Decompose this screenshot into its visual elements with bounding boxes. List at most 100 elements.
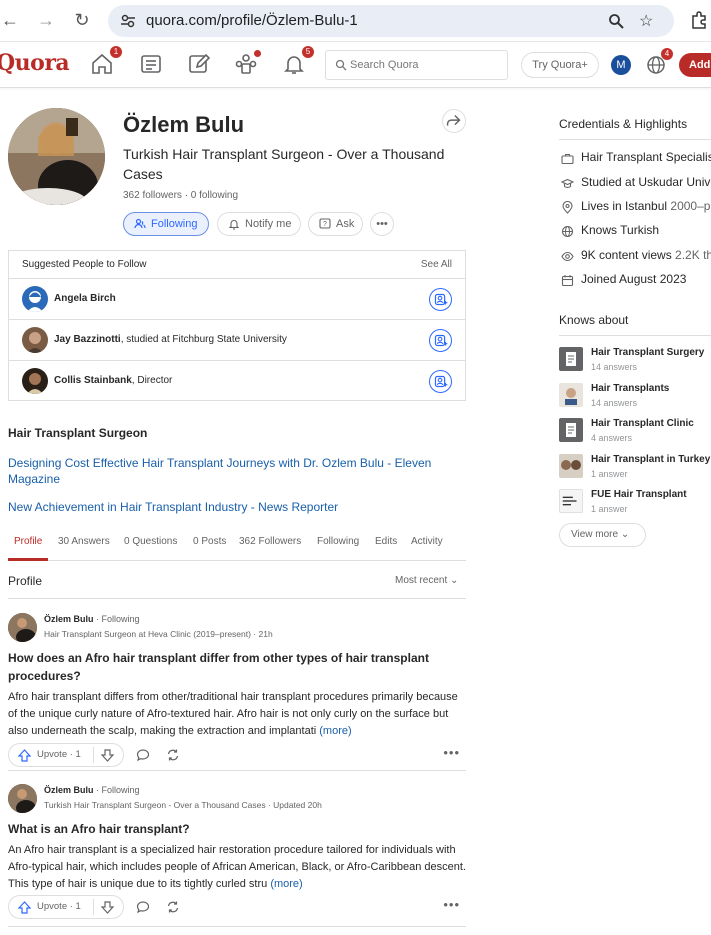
answer-author[interactable]: Özlem Bulu · Following	[44, 785, 140, 795]
topic-image	[559, 454, 583, 478]
topic-name[interactable]: FUE Hair Transplant	[591, 489, 687, 500]
featured-link[interactable]: Designing Cost Effective Hair Transplant…	[8, 455, 448, 487]
user-avatar[interactable]: M	[611, 55, 631, 75]
try-quora-plus-button[interactable]: Try Quora+	[521, 52, 599, 78]
share-icon[interactable]	[442, 109, 466, 133]
site-settings-icon[interactable]	[120, 13, 136, 29]
more-options-icon[interactable]: •••	[370, 212, 394, 236]
notify-me-button[interactable]: Notify me	[217, 212, 301, 236]
tab-followers[interactable]: 362 Followers	[239, 536, 301, 547]
tab-following[interactable]: Following	[317, 536, 359, 547]
follow-person-icon[interactable]	[429, 370, 452, 393]
divider	[559, 139, 711, 140]
more-link[interactable]: (more)	[270, 878, 302, 890]
more-options-icon[interactable]: •••	[443, 897, 460, 912]
extensions-icon[interactable]	[690, 11, 708, 29]
answer-card: Özlem Bulu · Following Hair Transplant S…	[8, 613, 466, 768]
featured-link[interactable]: New Achievement in Hair Transplant Indus…	[8, 500, 338, 514]
sort-dropdown[interactable]: Most recent ⌄	[395, 575, 458, 586]
answer-actions: Upvote · 1 •••	[8, 743, 466, 767]
comment-icon[interactable]	[136, 900, 150, 914]
share-reload-icon[interactable]	[166, 900, 180, 914]
spaces-icon[interactable]	[234, 50, 261, 78]
ask-button[interactable]: ? Ask	[308, 212, 363, 236]
notifications-bell-icon[interactable]: 5	[282, 46, 314, 78]
suggested-title: Suggested People to Follow	[22, 259, 147, 270]
topic-document-icon	[559, 418, 583, 442]
downvote-arrow-icon[interactable]	[101, 901, 114, 914]
url-text[interactable]: quora.com/profile/Özlem-Bulu-1	[146, 12, 358, 29]
forward-icon[interactable]: →	[36, 10, 56, 30]
credential-text: Joined August 2023	[581, 272, 687, 286]
divider	[93, 899, 94, 915]
follow-person-icon[interactable]	[429, 288, 452, 311]
ask-label: Ask	[336, 218, 355, 230]
topic-name[interactable]: Hair Transplant Clinic	[591, 418, 694, 429]
answer-body[interactable]: An Afro hair transplant is a specialized…	[8, 842, 466, 893]
question-title[interactable]: How does an Afro hair transplant differ …	[8, 649, 466, 685]
active-tab-indicator	[8, 558, 48, 561]
zoom-icon[interactable]	[608, 13, 624, 29]
more-link[interactable]: (more)	[319, 725, 351, 737]
answer-card: Özlem Bulu · Following Turkish Hair Tran…	[8, 784, 466, 924]
question-mark-icon: ?	[319, 218, 331, 229]
browser-toolbar: ← → ↻ quora.com/profile/Özlem-Bulu-1 ☆	[0, 0, 711, 42]
suggested-person-name[interactable]: Angela Birch	[54, 293, 116, 304]
tab-posts[interactable]: 0 Posts	[193, 536, 226, 547]
bookmark-star-icon[interactable]: ☆	[639, 11, 653, 31]
language-globe-icon[interactable]: 4	[645, 48, 673, 76]
add-question-button[interactable]: Add	[679, 53, 711, 77]
topic-name[interactable]: Hair Transplant Surgery	[591, 347, 704, 358]
search-input[interactable]: Search Quora	[325, 50, 508, 80]
avatar[interactable]	[8, 784, 37, 813]
see-all-link[interactable]: See All	[421, 259, 452, 270]
suggested-person-name[interactable]: Collis Stainbank, Director	[54, 375, 172, 386]
profile-stats[interactable]: 362 followers · 0 following	[123, 190, 238, 201]
tab-edits[interactable]: Edits	[375, 536, 397, 547]
tab-profile[interactable]: Profile	[14, 536, 42, 547]
tab-questions[interactable]: 0 Questions	[124, 536, 177, 547]
more-options-icon[interactable]: •••	[443, 745, 460, 760]
question-title[interactable]: What is an Afro hair transplant?	[8, 820, 466, 838]
upvote-button[interactable]: Upvote · 1	[8, 743, 124, 767]
topic-name[interactable]: Hair Transplants	[591, 383, 669, 394]
follow-person-icon[interactable]	[429, 329, 452, 352]
view-more-button[interactable]: View more ⌄	[559, 523, 646, 547]
downvote-arrow-icon[interactable]	[101, 749, 114, 762]
quora-logo[interactable]: Quora	[0, 50, 70, 76]
suggested-person-row[interactable]: Jay Bazzinotti, studied at Fitchburg Sta…	[9, 319, 465, 360]
answer-author[interactable]: Özlem Bulu · Following	[44, 614, 140, 624]
home-icon[interactable]: 1	[90, 46, 122, 78]
answer-pencil-icon[interactable]	[187, 52, 213, 78]
location-pin-icon	[562, 201, 573, 214]
upvote-button[interactable]: Upvote · 1	[8, 895, 124, 919]
tab-answers[interactable]: 30 Answers	[58, 536, 110, 547]
tab-activity[interactable]: Activity	[411, 536, 443, 547]
topic-answer-count: 14 answers	[591, 398, 638, 408]
comment-icon[interactable]	[136, 748, 150, 762]
search-placeholder: Search Quora	[350, 59, 419, 71]
address-bar[interactable]: quora.com/profile/Özlem-Bulu-1 ☆	[108, 5, 674, 37]
credential-text: Lives in Istanbul 2000–pr	[581, 199, 711, 213]
topic-image	[559, 383, 583, 407]
topic-name[interactable]: Hair Transplant in Turkey	[591, 454, 710, 465]
following-feed-icon[interactable]	[139, 52, 165, 78]
divider	[8, 770, 466, 771]
suggested-person-row[interactable]: Collis Stainbank, Director	[9, 360, 465, 401]
topic-item[interactable]: Hair Transplants 14 answers	[559, 383, 711, 413]
avatar[interactable]	[8, 613, 37, 642]
back-icon[interactable]: ←	[0, 10, 20, 30]
topic-item[interactable]: Hair Transplant Clinic 4 answers	[559, 418, 711, 448]
topic-item[interactable]: FUE Hair Transplant 1 answer	[559, 489, 711, 519]
answer-body[interactable]: Afro hair transplant differs from other/…	[8, 689, 466, 740]
following-button[interactable]: Following	[123, 212, 209, 236]
share-reload-icon[interactable]	[166, 748, 180, 762]
profile-name: Özlem Bulu	[123, 112, 245, 137]
topic-item[interactable]: Hair Transplant Surgery 14 answers	[559, 347, 711, 377]
suggested-person-row[interactable]: Angela Birch	[9, 278, 465, 319]
credential-row: Lives in Istanbul 2000–pr	[559, 198, 711, 218]
suggested-person-name[interactable]: Jay Bazzinotti, studied at Fitchburg Sta…	[54, 334, 287, 345]
reload-icon[interactable]: ↻	[72, 10, 92, 30]
topic-item[interactable]: Hair Transplant in Turkey 1 answer	[559, 454, 711, 484]
upvote-count: Upvote · 1	[37, 749, 81, 760]
